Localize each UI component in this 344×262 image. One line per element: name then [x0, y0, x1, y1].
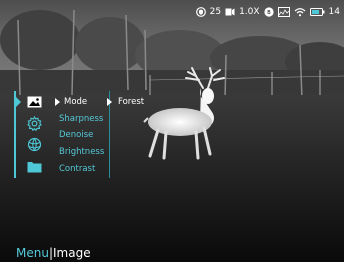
wifi-icon — [294, 7, 306, 17]
menu-item-mode[interactable]: Mode — [55, 97, 87, 107]
recording-icon — [225, 7, 235, 17]
brightness-badge-icon: B — [263, 7, 274, 17]
globe-icon[interactable] — [26, 136, 42, 152]
menu-item-contrast[interactable]: Contrast — [59, 164, 95, 174]
battery-icon — [309, 7, 325, 17]
shield-icon — [195, 7, 206, 17]
menu-item-sharpness[interactable]: Sharpness — [59, 114, 103, 124]
gear-icon[interactable] — [26, 115, 42, 131]
breadcrumb-root[interactable]: Menu — [16, 246, 49, 260]
selected-arrow-icon — [55, 97, 60, 106]
svg-text:B: B — [267, 10, 271, 16]
palette-icon — [277, 7, 290, 17]
menu-item-brightness[interactable]: Brightness — [59, 147, 104, 157]
shield-value: 25 — [209, 7, 222, 17]
zoom-level: 1.0X — [239, 7, 260, 17]
thermal-viewer-screen: 25 1.0X B 14 Mode Sharpness Denoise Brig… — [0, 0, 344, 262]
battery-value: 14 — [328, 7, 340, 17]
submenu-arrow-icon — [107, 97, 112, 106]
active-category-pointer — [16, 97, 21, 107]
status-bar: 25 1.0X B 14 — [195, 4, 340, 20]
menu-item-denoise[interactable]: Denoise — [59, 130, 93, 140]
breadcrumb: Menu|Image — [16, 246, 91, 260]
image-settings-menu: Mode Sharpness Denoise Brightness Contra… — [14, 91, 112, 178]
image-icon[interactable] — [26, 94, 42, 110]
breadcrumb-current: Image — [53, 246, 91, 260]
mode-value-option[interactable]: Forest — [107, 97, 144, 107]
folder-icon[interactable] — [26, 158, 42, 174]
